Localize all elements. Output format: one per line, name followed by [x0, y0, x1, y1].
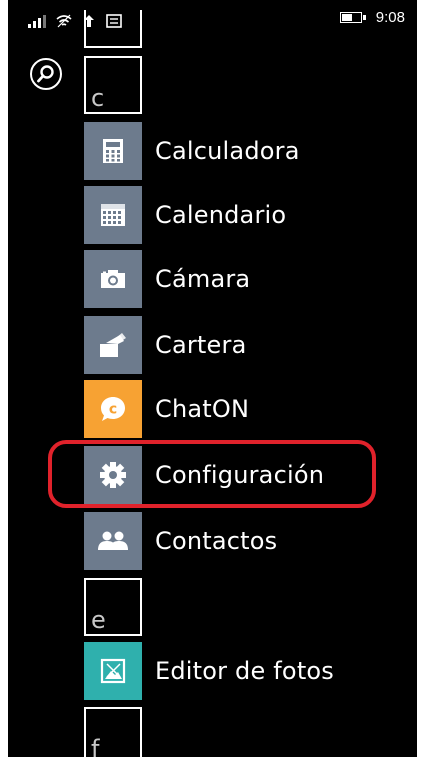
people-icon: [98, 531, 128, 550]
letter-tile-f[interactable]: f: [84, 707, 142, 757]
highlight-outline: [48, 440, 376, 508]
letter-tile-e[interactable]: e: [84, 578, 142, 636]
app-label: Calendario: [155, 201, 287, 229]
letter-label: e: [91, 606, 106, 634]
signal-icon: [28, 14, 46, 28]
svg-text:c: c: [109, 402, 117, 418]
chaton-icon: c: [101, 397, 125, 421]
search-button[interactable]: [30, 58, 62, 90]
app-tile: [84, 250, 142, 308]
letter-label: c: [91, 84, 105, 112]
partial-tile: [84, 10, 142, 48]
calculator-icon: [103, 139, 123, 163]
letter-label: f: [91, 735, 100, 757]
app-tile: [84, 512, 142, 570]
app-tile: [84, 186, 142, 244]
calendar-icon: [101, 204, 125, 226]
clock: 9:08: [375, 9, 405, 26]
app-tile: [84, 316, 142, 374]
search-icon: [37, 65, 54, 83]
letter-tile-c[interactable]: c: [84, 56, 142, 114]
camera-icon: [101, 270, 125, 288]
status-bar: 9:08: [8, 0, 417, 38]
app-label: Cartera: [155, 331, 247, 359]
app-label: Cámara: [155, 265, 251, 293]
app-item-chaton[interactable]: c ChatON: [84, 380, 249, 438]
wallet-icon: [100, 333, 126, 357]
app-tile: [84, 122, 142, 180]
app-label: Contactos: [155, 527, 278, 555]
app-label: ChatON: [155, 395, 250, 423]
app-item-calendario[interactable]: Calendario: [84, 186, 286, 244]
app-item-cartera[interactable]: Cartera: [84, 316, 246, 374]
app-item-editor-de-fotos[interactable]: Editor de fotos: [84, 642, 334, 700]
app-label: Editor de fotos: [155, 657, 335, 685]
app-item-camara[interactable]: Cámara: [84, 250, 250, 308]
battery-icon: [339, 12, 366, 23]
app-tile: [84, 642, 142, 700]
wifi-icon: [56, 14, 72, 28]
app-item-contactos[interactable]: Contactos: [84, 512, 277, 570]
app-tile: c: [84, 380, 142, 438]
app-label: Calculadora: [155, 137, 300, 165]
phone-screen: 9:08 c Calculadora Calendario Cámara Car…: [8, 0, 417, 757]
app-item-calculadora[interactable]: Calculadora: [84, 122, 300, 180]
photo-editor-icon: [100, 658, 126, 684]
